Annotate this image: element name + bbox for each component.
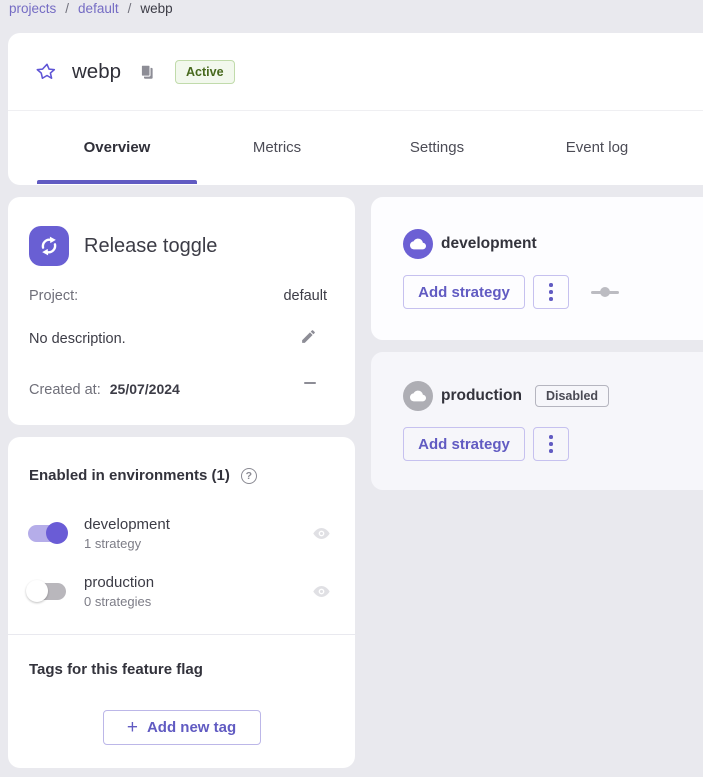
flag-type-title: Release toggle	[84, 226, 217, 266]
breadcrumb: projects / default / webp	[9, 1, 173, 16]
copy-icon	[138, 63, 156, 81]
environment-toggle-production[interactable]	[26, 580, 68, 602]
edit-description-button[interactable]	[300, 328, 317, 345]
favorite-button[interactable]	[36, 61, 58, 83]
flag-description: No description.	[29, 331, 126, 347]
add-new-tag-label: Add new tag	[147, 719, 236, 736]
project-value: default	[283, 288, 327, 304]
plus-icon: +	[127, 718, 138, 737]
collapse-button[interactable]	[304, 376, 316, 390]
feature-header-card: webp Active Overview Metrics Settings Ev…	[8, 33, 703, 185]
kebab-icon	[549, 435, 553, 439]
tab-overview[interactable]: Overview	[37, 111, 197, 184]
visibility-toggle-production[interactable]	[312, 582, 331, 601]
flag-details-card: Release toggle Project: default No descr…	[8, 197, 355, 425]
breadcrumb-separator: /	[128, 1, 132, 16]
environment-toggle-development[interactable]	[26, 522, 68, 544]
minus-icon	[304, 382, 316, 385]
feature-title-row: webp Active	[8, 33, 703, 111]
created-label: Created at:	[29, 382, 101, 398]
active-tab-indicator	[37, 180, 197, 184]
tab-settings[interactable]: Settings	[357, 111, 517, 184]
sync-icon	[36, 233, 62, 259]
copy-name-button[interactable]	[138, 63, 156, 81]
environment-card-production: production Disabled Add strategy	[371, 352, 703, 490]
kebab-icon	[549, 283, 553, 287]
environment-name: production	[84, 574, 154, 591]
divider	[8, 634, 355, 635]
help-icon[interactable]: ?	[241, 468, 257, 484]
disabled-chip: Disabled	[535, 385, 609, 407]
breadcrumb-link-default[interactable]: default	[78, 1, 119, 16]
tab-metrics[interactable]: Metrics	[197, 111, 357, 184]
add-new-tag-button[interactable]: + Add new tag	[103, 710, 261, 745]
description-row: No description.	[29, 331, 327, 347]
project-label: Project:	[29, 288, 78, 304]
slider-icon[interactable]	[591, 287, 619, 297]
page-title: webp	[72, 60, 121, 84]
created-row: Created at: 25/07/2024	[29, 381, 327, 398]
tab-event-log[interactable]: Event log	[517, 111, 677, 184]
breadcrumb-current: webp	[140, 1, 172, 16]
environment-row-development: development 1 strategy	[26, 510, 331, 556]
add-strategy-button[interactable]: Add strategy	[403, 427, 525, 461]
environment-name: development	[84, 516, 170, 533]
environment-row-production: production 0 strategies	[26, 568, 331, 614]
environment-badge	[403, 381, 433, 411]
breadcrumb-separator: /	[65, 1, 69, 16]
eye-icon	[312, 524, 331, 543]
environment-card-development: development Add strategy	[371, 197, 703, 340]
environment-card-title: production	[441, 387, 522, 405]
environments-title: Enabled in environments (1)	[29, 467, 230, 484]
tags-title: Tags for this feature flag	[29, 661, 203, 678]
strategy-count: 1 strategy	[84, 536, 170, 551]
cloud-icon	[410, 388, 426, 404]
visibility-toggle-development[interactable]	[312, 524, 331, 543]
strategy-count: 0 strategies	[84, 594, 154, 609]
breadcrumb-link-projects[interactable]: projects	[9, 1, 56, 16]
feature-overview-page: projects / default / webp webp Active	[0, 0, 703, 777]
status-badge: Active	[175, 60, 235, 84]
pencil-icon	[300, 328, 317, 345]
environment-badge	[403, 229, 433, 259]
more-actions-button[interactable]	[533, 275, 569, 309]
add-strategy-button[interactable]: Add strategy	[403, 275, 525, 309]
more-actions-button[interactable]	[533, 427, 569, 461]
environments-panel: Enabled in environments (1) ? developmen…	[8, 437, 355, 768]
release-toggle-icon	[29, 226, 69, 266]
environment-card-title: development	[441, 235, 537, 253]
eye-icon	[312, 582, 331, 601]
created-value: 25/07/2024	[110, 381, 180, 397]
project-row: Project: default	[29, 288, 327, 304]
tabs-row: Overview Metrics Settings Event log	[8, 111, 703, 184]
cloud-icon	[410, 236, 426, 252]
star-icon	[36, 61, 58, 83]
